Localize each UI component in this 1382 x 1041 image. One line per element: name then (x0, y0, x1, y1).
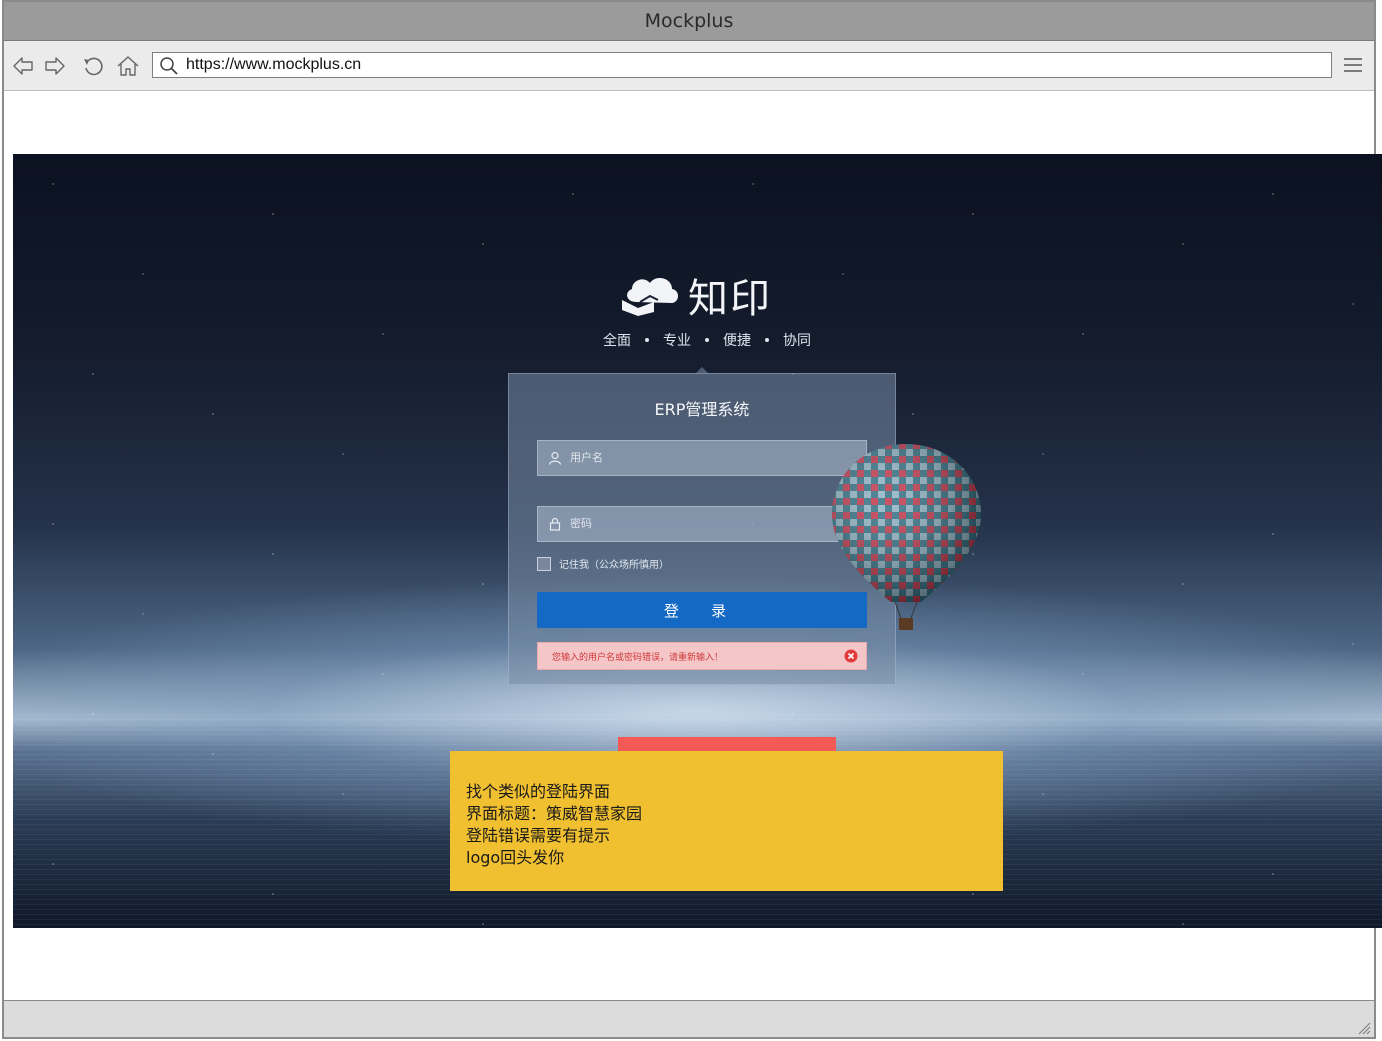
login-mockup-image: 知印 全面 专业 便捷 协同 ERP管理系统 记住我（ (13, 154, 1382, 928)
url-input[interactable] (186, 54, 1316, 76)
search-icon (160, 57, 178, 75)
username-field[interactable] (537, 440, 867, 476)
brand-logo: 知印 (618, 269, 772, 322)
error-alert: 您输入的用户名或密码错误，请重新输入！ (537, 642, 867, 670)
browser-statusbar (4, 1000, 1374, 1037)
slogan-separator (645, 338, 649, 342)
lock-icon (549, 517, 561, 531)
card-pointer (695, 367, 709, 374)
refresh-icon[interactable] (80, 53, 106, 79)
slogan-item: 协同 (783, 333, 811, 349)
slogan-separator (765, 338, 769, 342)
password-field[interactable] (537, 506, 867, 542)
login-button[interactable]: 登 录 (537, 592, 867, 628)
sticky-note: 找个类似的登陆界面 界面标题：策威智慧家园 登陆错误需要有提示 logo回头发你 (450, 751, 1003, 891)
slogan: 全面 专业 便捷 协同 (603, 330, 823, 350)
brand-name: 知印 (688, 276, 772, 322)
note-line: 登陆错误需要有提示 (466, 826, 611, 845)
close-circle-icon[interactable] (844, 649, 858, 663)
browser-toolbar (4, 41, 1374, 91)
slogan-item: 便捷 (723, 333, 751, 349)
card-title: ERP管理系统 (654, 400, 750, 419)
remember-me[interactable]: 记住我（公众场所慎用） (537, 556, 669, 571)
slogan-item: 全面 (603, 333, 631, 349)
forward-icon[interactable] (42, 53, 68, 79)
back-icon[interactable] (10, 53, 36, 79)
username-input[interactable] (570, 448, 850, 468)
note-line: 找个类似的登陆界面 (466, 782, 611, 801)
remember-label: 记住我（公众场所慎用） (559, 560, 669, 571)
book-cloud-logo-icon (622, 278, 678, 316)
password-input[interactable] (570, 514, 850, 534)
slogan-item: 专业 (663, 333, 691, 349)
error-message: 您输入的用户名或密码错误，请重新输入！ (552, 653, 724, 663)
window-titlebar: Mockplus (4, 2, 1374, 41)
resize-grip-icon[interactable] (1355, 1019, 1371, 1035)
window-title: Mockplus (644, 10, 734, 32)
menu-icon[interactable] (1342, 55, 1364, 75)
user-icon (548, 451, 562, 465)
address-bar[interactable] (152, 52, 1332, 78)
remember-checkbox[interactable] (537, 556, 551, 571)
slogan-separator (705, 338, 709, 342)
home-icon[interactable] (115, 53, 141, 79)
note-line: logo回头发你 (466, 848, 565, 867)
hot-air-balloon-image (832, 444, 981, 630)
note-line: 界面标题：策威智慧家园 (466, 804, 643, 823)
